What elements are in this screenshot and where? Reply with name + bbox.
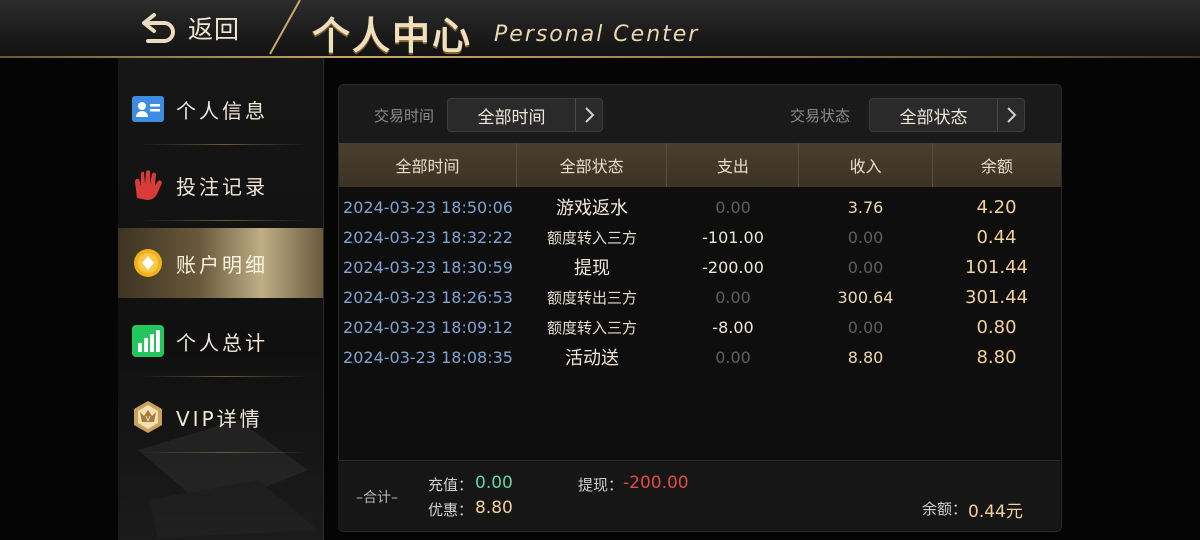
cell-expense: -101.00 xyxy=(702,227,764,247)
summary-title: –合计– xyxy=(356,490,398,506)
cell-expense: -8.00 xyxy=(712,317,754,337)
cell-status: 额度转入三方 xyxy=(546,318,637,337)
id-card-icon xyxy=(131,92,165,126)
cell-expense: 0.00 xyxy=(715,287,751,307)
cell-income: 0.00 xyxy=(847,317,884,337)
cell-status: 额度转出三方 xyxy=(546,288,637,307)
cell-expense: 0.00 xyxy=(715,197,751,217)
sidebar-item-label: 个人信息 xyxy=(176,98,268,123)
sidebar: 个人信息 投注记录 账户明细 个人总计 V VIP详情 xyxy=(118,58,324,540)
cell-balance: 4.20 xyxy=(976,196,1017,218)
back-arrow-icon xyxy=(142,13,175,43)
cell-expense: 0.00 xyxy=(715,347,751,367)
bar-chart-icon xyxy=(131,324,165,358)
top-bar: 返回 个人中心 Personal Center xyxy=(0,0,1200,58)
chevron-right-icon xyxy=(575,99,602,131)
cell-time: 2024-03-23 18:26:53 xyxy=(343,287,513,307)
transactions-table-body: 2024-03-23 18:50:06 游戏返水 0.00 3.76 4.20 … xyxy=(339,192,1061,372)
cell-balance: 301.44 xyxy=(965,286,1028,308)
cell-status: 提现 xyxy=(574,258,610,279)
cell-income: 3.76 xyxy=(847,197,884,217)
page-title: 个人中心 xyxy=(312,14,473,58)
recharge-value: 0.00 xyxy=(475,473,513,493)
column-header-expense: 支出 xyxy=(667,143,800,187)
balance-value: 0.44元 xyxy=(968,502,1023,522)
sidebar-item-bet-records[interactable]: 投注记录 xyxy=(118,150,323,220)
sidebar-item-label: 账户明细 xyxy=(176,252,268,277)
filter-bar: 交易时间 全部时间 交易状态 全部状态 xyxy=(339,85,1061,143)
status-filter-select[interactable]: 全部状态 xyxy=(869,98,1025,132)
balance-label: 余额： xyxy=(922,500,968,518)
status-filter-label: 交易状态 xyxy=(790,107,851,125)
cell-status: 额度转入三方 xyxy=(546,228,637,247)
table-row: 2024-03-23 18:26:53 额度转出三方 0.00 300.64 3… xyxy=(339,282,1061,312)
column-header-status: 全部状态 xyxy=(517,143,668,187)
cell-balance: 0.80 xyxy=(976,316,1017,338)
summary-footer: –合计– 充值： 0.00 优惠： 8.80 提现： -200.00 余额： 0… xyxy=(338,460,1060,531)
cell-time: 2024-03-23 18:09:12 xyxy=(343,317,513,337)
table-row: 2024-03-23 18:30:59 提现 -200.00 0.00 101.… xyxy=(339,252,1061,282)
svg-text:V: V xyxy=(146,415,151,423)
sidebar-divider xyxy=(140,144,310,145)
cell-expense: -200.00 xyxy=(702,257,764,277)
cell-income: 8.80 xyxy=(847,347,884,367)
recharge-label: 充值： xyxy=(428,476,474,494)
sidebar-item-label: VIP详情 xyxy=(176,406,263,431)
sidebar-item-personal-info[interactable]: 个人信息 xyxy=(118,74,323,144)
cell-status: 游戏返水 xyxy=(556,198,628,219)
hand-icon xyxy=(131,168,165,202)
time-filter-select[interactable]: 全部时间 xyxy=(447,98,603,132)
table-row: 2024-03-23 18:08:35 活动送 0.00 8.80 8.80 xyxy=(339,342,1061,372)
cell-time: 2024-03-23 18:32:22 xyxy=(343,227,513,247)
column-header-time: 全部时间 xyxy=(339,143,518,187)
cell-time: 2024-03-23 18:30:59 xyxy=(343,257,513,277)
cell-status: 活动送 xyxy=(565,348,619,369)
table-row: 2024-03-23 18:09:12 额度转入三方 -8.00 0.00 0.… xyxy=(339,312,1061,342)
table-row: 2024-03-23 18:32:22 额度转入三方 -101.00 0.00 … xyxy=(339,222,1061,252)
cell-income: 300.64 xyxy=(837,287,894,307)
cell-balance: 0.44 xyxy=(976,226,1017,248)
sidebar-item-personal-total[interactable]: 个人总计 xyxy=(118,306,323,376)
cell-balance: 101.44 xyxy=(965,256,1028,278)
header-divider xyxy=(269,0,301,55)
table-header: 全部时间 全部状态 支出 收入 余额 xyxy=(339,143,1061,187)
sidebar-item-account-details[interactable]: 账户明细 xyxy=(118,228,323,298)
coin-icon xyxy=(131,246,165,280)
cell-time: 2024-03-23 18:08:35 xyxy=(343,347,513,367)
column-header-balance: 余额 xyxy=(980,157,1013,176)
sidebar-divider xyxy=(140,452,310,453)
cell-income: 0.00 xyxy=(847,257,884,277)
time-filter-label: 交易时间 xyxy=(374,107,435,125)
cell-balance: 8.80 xyxy=(976,346,1017,368)
bonus-value: 8.80 xyxy=(475,498,513,518)
sidebar-item-label: 个人总计 xyxy=(176,330,268,355)
withdraw-label: 提现： xyxy=(578,476,624,494)
cell-time: 2024-03-23 18:50:06 xyxy=(343,197,513,217)
bonus-label: 优惠： xyxy=(428,501,474,519)
sidebar-divider xyxy=(140,376,310,377)
status-filter-value: 全部状态 xyxy=(899,107,968,128)
withdraw-value: -200.00 xyxy=(623,473,689,493)
sidebar-item-vip-details[interactable]: V VIP详情 xyxy=(118,382,323,452)
time-filter-value: 全部时间 xyxy=(477,107,546,128)
back-button[interactable]: 返回 xyxy=(140,6,260,50)
sidebar-item-label: 投注记录 xyxy=(176,174,268,199)
cell-income: 0.00 xyxy=(847,227,884,247)
table-row: 2024-03-23 18:50:06 游戏返水 0.00 3.76 4.20 xyxy=(339,192,1061,222)
column-header-income: 收入 xyxy=(799,143,933,187)
vip-crown-icon: V xyxy=(131,400,165,434)
back-label: 返回 xyxy=(188,15,241,44)
chevron-right-icon xyxy=(997,99,1024,131)
sidebar-divider xyxy=(140,220,310,221)
page-subtitle: Personal Center xyxy=(494,22,700,47)
